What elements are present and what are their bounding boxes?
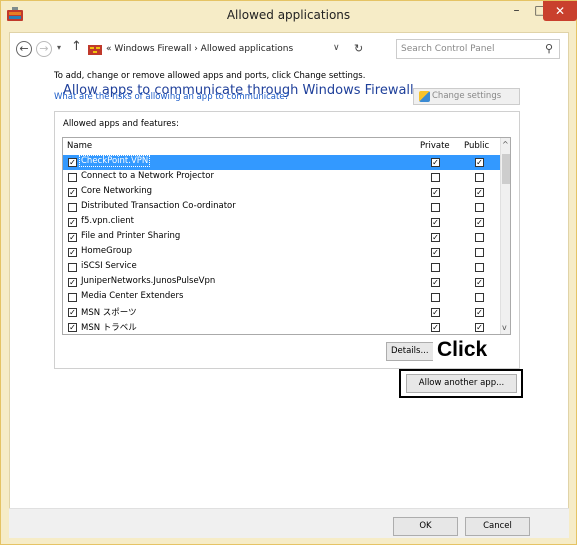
scroll-up-icon[interactable]: ^ — [502, 140, 509, 149]
minimize-button[interactable]: – — [504, 1, 529, 21]
allowed-apps-list[interactable]: Name Private Public ✓ CheckPoint.VPN ✓ ✓ Con… — [62, 137, 511, 335]
list-item[interactable]: ✓ File and Printer Sharing ✓ — [63, 230, 500, 245]
public-checkbox[interactable]: ✓ — [475, 188, 484, 197]
recent-locations-icon[interactable]: ▾ — [57, 43, 61, 52]
dialog-footer: OK Cancel — [9, 508, 569, 538]
app-name: File and Printer Sharing — [81, 231, 181, 241]
private-checkbox[interactable] — [431, 263, 440, 272]
private-checkbox[interactable]: ✓ — [431, 278, 440, 287]
app-name: JuniperNetworks.JunosPulseVpn — [81, 276, 216, 286]
app-rows: ✓ CheckPoint.VPN ✓ ✓ Connect to a Network Pr… — [63, 155, 500, 334]
up-level-button[interactable]: ↑ — [71, 39, 82, 54]
private-checkbox[interactable]: ✓ — [431, 188, 440, 197]
app-enabled-checkbox[interactable]: ✓ — [68, 308, 77, 317]
app-name: MSN トラベル — [81, 323, 137, 333]
address-field[interactable]: « Windows Firewall › Allowed application… — [85, 39, 372, 59]
change-settings-label: Change settings — [432, 91, 502, 101]
public-checkbox[interactable] — [475, 173, 484, 182]
app-enabled-checkbox[interactable]: ✓ — [68, 233, 77, 242]
app-name: f5.vpn.client — [81, 216, 134, 226]
allow-another-app-button[interactable]: Allow another app... — [406, 374, 517, 393]
search-input[interactable]: Search Control Panel ⚲ — [396, 39, 560, 59]
click-callout: Click — [433, 335, 515, 365]
list-item[interactable]: Connect to a Network Projector — [63, 170, 500, 185]
list-header: Name Private Public — [63, 138, 500, 155]
instructions-text: To add, change or remove allowed apps an… — [54, 71, 366, 81]
list-item[interactable]: iSCSI Service — [63, 260, 500, 275]
app-name: Distributed Transaction Co-ordinator — [81, 201, 236, 211]
firewall-window: Allowed applications – □ ✕ ← → ▾ ↑ « Win… — [0, 0, 577, 545]
breadcrumb[interactable]: « Windows Firewall › Allowed application… — [106, 44, 293, 54]
app-enabled-checkbox[interactable] — [68, 203, 77, 212]
list-item[interactable]: ✓ JuniperNetworks.JunosPulseVpn ✓ ✓ — [63, 275, 500, 290]
private-checkbox[interactable]: ✓ — [431, 218, 440, 227]
app-name: iSCSI Service — [81, 261, 137, 271]
column-public[interactable]: Public — [464, 141, 489, 151]
app-enabled-checkbox[interactable] — [68, 173, 77, 182]
private-checkbox[interactable]: ✓ — [431, 308, 440, 317]
app-name: Core Networking — [81, 186, 153, 196]
app-enabled-checkbox[interactable] — [68, 293, 77, 302]
column-name[interactable]: Name — [67, 141, 92, 151]
list-item[interactable]: ✓ MSN スポーツ ✓ ✓ — [63, 305, 500, 320]
forward-button[interactable]: → — [36, 41, 52, 57]
list-item[interactable]: Media Center Extenders — [63, 290, 500, 305]
address-bar: ← → ▾ ↑ « Windows Firewall › Allowed app… — [10, 33, 568, 67]
address-dropdown-icon[interactable]: ∨ — [333, 43, 340, 53]
public-checkbox[interactable] — [475, 233, 484, 242]
public-checkbox[interactable] — [475, 203, 484, 212]
list-item[interactable]: ✓ MSN トラベル ✓ ✓ — [63, 320, 500, 334]
private-checkbox[interactable] — [431, 173, 440, 182]
risks-link[interactable]: What are the risks of allowing an app to… — [54, 92, 289, 102]
close-button[interactable]: ✕ — [543, 1, 577, 21]
search-icon[interactable]: ⚲ — [545, 42, 553, 55]
public-checkbox[interactable]: ✓ — [475, 323, 484, 332]
public-checkbox[interactable]: ✓ — [475, 308, 484, 317]
list-scrollbar[interactable]: ^ v — [500, 138, 510, 334]
list-item[interactable]: ✓ f5.vpn.client ✓ ✓ — [63, 215, 500, 230]
uac-shield-icon — [419, 91, 430, 102]
window-title: Allowed applications — [226, 8, 351, 22]
app-enabled-checkbox[interactable]: ✓ — [68, 323, 77, 332]
search-placeholder: Search Control Panel — [401, 44, 495, 54]
cancel-button[interactable]: Cancel — [465, 517, 530, 536]
public-checkbox[interactable]: ✓ — [475, 218, 484, 227]
app-enabled-checkbox[interactable]: ✓ — [68, 278, 77, 287]
app-enabled-checkbox[interactable] — [68, 263, 77, 272]
refresh-icon[interactable]: ↻ — [354, 42, 363, 55]
title-bar[interactable]: Allowed applications – □ ✕ — [1, 1, 577, 31]
list-item[interactable]: ✓ HomeGroup ✓ — [63, 245, 500, 260]
private-checkbox[interactable]: ✓ — [431, 248, 440, 257]
public-checkbox[interactable]: ✓ — [475, 278, 484, 287]
change-settings-button[interactable]: Change settings — [413, 88, 520, 105]
app-enabled-checkbox[interactable]: ✓ — [68, 248, 77, 257]
private-checkbox[interactable] — [431, 293, 440, 302]
app-name: Media Center Extenders — [81, 291, 184, 301]
column-private[interactable]: Private — [420, 141, 450, 151]
public-checkbox[interactable] — [475, 263, 484, 272]
list-item[interactable]: Distributed Transaction Co-ordinator — [63, 200, 500, 215]
app-enabled-checkbox[interactable]: ✓ — [68, 188, 77, 197]
public-checkbox[interactable]: ✓ — [475, 158, 484, 167]
private-checkbox[interactable]: ✓ — [431, 158, 440, 167]
app-name: MSN スポーツ — [81, 308, 137, 318]
app-name: Connect to a Network Projector — [81, 171, 214, 181]
private-checkbox[interactable]: ✓ — [431, 323, 440, 332]
app-enabled-checkbox[interactable]: ✓ — [68, 218, 77, 227]
scroll-down-icon[interactable]: v — [502, 323, 507, 332]
app-enabled-checkbox[interactable]: ✓ — [68, 158, 77, 167]
app-name: CheckPoint.VPN — [78, 155, 151, 167]
private-checkbox[interactable]: ✓ — [431, 233, 440, 242]
public-checkbox[interactable] — [475, 293, 484, 302]
list-item[interactable]: ✓ Core Networking ✓ ✓ — [63, 185, 500, 200]
allowed-apps-label: Allowed apps and features: — [63, 119, 179, 129]
firewall-icon — [88, 45, 102, 55]
scroll-thumb[interactable] — [502, 154, 510, 184]
list-item[interactable]: ✓ CheckPoint.VPN ✓ ✓ — [63, 155, 500, 170]
private-checkbox[interactable] — [431, 203, 440, 212]
app-name: HomeGroup — [81, 246, 132, 256]
ok-button[interactable]: OK — [393, 517, 458, 536]
public-checkbox[interactable] — [475, 248, 484, 257]
back-button[interactable]: ← — [16, 41, 32, 57]
